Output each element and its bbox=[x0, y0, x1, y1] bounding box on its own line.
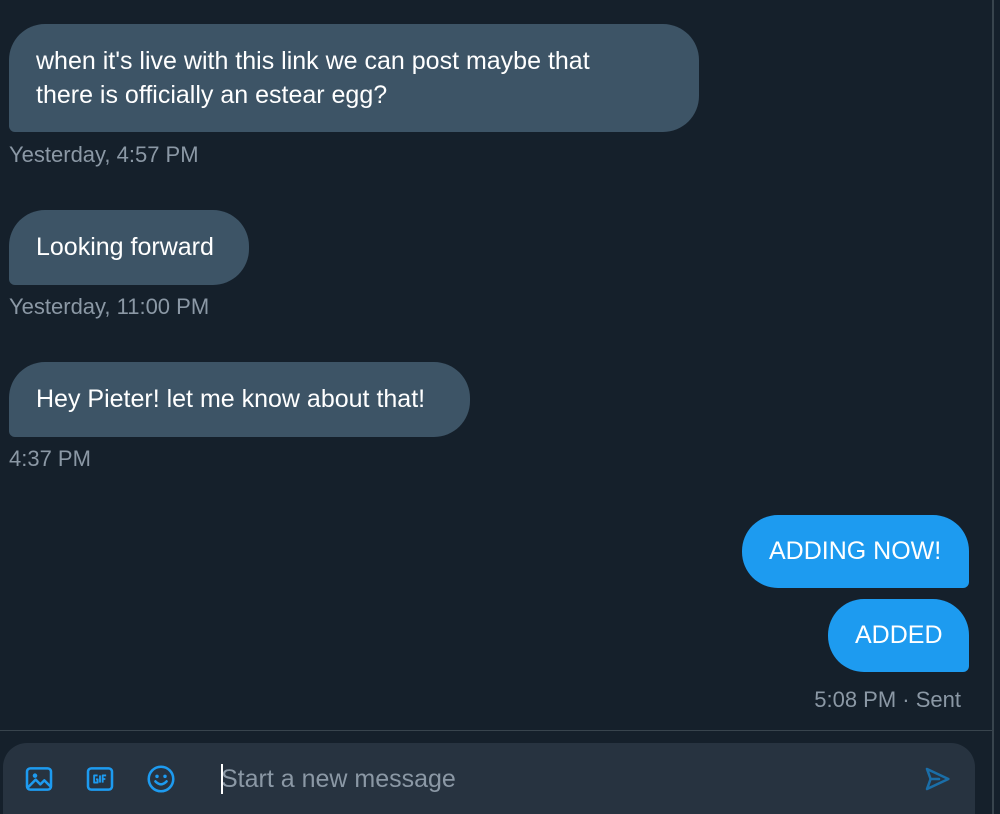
text-cursor bbox=[221, 764, 223, 794]
composer-divider bbox=[0, 730, 992, 731]
gif-icon[interactable] bbox=[84, 763, 116, 795]
panel-border bbox=[992, 0, 994, 814]
message-text: ADDED bbox=[855, 621, 943, 649]
message-timestamp: Yesterday, 4:57 PM bbox=[9, 142, 199, 167]
message-timestamp: Yesterday, 11:00 PM bbox=[9, 294, 210, 319]
message-bubble-received[interactable]: Hey Pieter! let me know about that! bbox=[9, 362, 470, 437]
message-composer bbox=[3, 743, 975, 814]
send-icon[interactable] bbox=[921, 763, 953, 795]
emoji-icon[interactable] bbox=[145, 763, 177, 795]
message-text-line: when it's live with this link we can pos… bbox=[36, 47, 590, 75]
message-input[interactable] bbox=[219, 761, 901, 797]
message-thread: when it's live with this link we can pos… bbox=[0, 0, 992, 730]
media-icon[interactable] bbox=[23, 763, 55, 795]
message-bubble-sent[interactable]: ADDING NOW! bbox=[742, 515, 969, 588]
message-timestamp: 4:37 PM bbox=[9, 446, 91, 471]
message-bubble-sent[interactable]: ADDED bbox=[828, 599, 969, 672]
sent-status: 5:08 PM · Sent bbox=[814, 687, 961, 712]
message-text-line: there is officially an estear egg? bbox=[36, 81, 388, 109]
message-bubble-received[interactable]: Looking forward bbox=[9, 210, 249, 285]
message-text: ADDING NOW! bbox=[769, 537, 942, 565]
message-text: Hey Pieter! let me know about that! bbox=[36, 385, 426, 413]
message-text: Looking forward bbox=[36, 233, 214, 261]
message-bubble-received[interactable]: when it's live with this link we can pos… bbox=[9, 24, 699, 132]
